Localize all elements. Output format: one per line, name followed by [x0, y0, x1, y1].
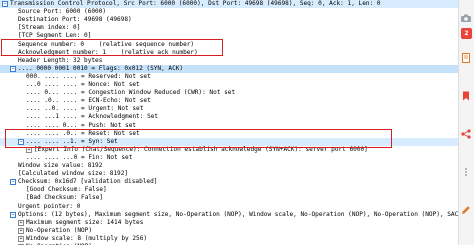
tree-row-label: No-Operation (NOP) [26, 226, 93, 234]
tree-row-label: 000. .... .... = Reserved: Not set [26, 72, 151, 80]
tree-row-label: Acknowledgment number: 1 (relative ack n… [18, 48, 198, 56]
tree-row[interactable]: Window size value: 8192 [0, 162, 458, 170]
tree-row-label: [Expert Info (Chat/Sequence): Connection… [34, 145, 368, 153]
tree-row[interactable]: Sequence number: 0 (relative sequence nu… [0, 41, 458, 49]
bookmark-icon[interactable] [460, 90, 472, 102]
tree-row-label: .... 0... .... = Congestion Window Reduc… [26, 89, 236, 97]
tree-row[interactable]: Header Length: 32 bytes [0, 57, 458, 65]
more-icon[interactable] [460, 166, 472, 178]
tree-row-label: ...0 .... .... = Nonce: Not set [26, 81, 140, 88]
tree-row-label: Sequence number: 0 (relative sequence nu… [18, 40, 195, 48]
tree-row-label: Urgent pointer: 0 [18, 202, 81, 210]
tree-row[interactable]: + [Expert Info (Chat/Sequence): Connectio… [0, 146, 458, 154]
tree-row-label: .... .... .0.. = Reset: Not set [26, 129, 140, 137]
tree-row[interactable]: .... .... .0.. = Reset: Not set [0, 130, 458, 138]
tree-row[interactable]: ...0 .... .... = Nonce: Not set [0, 81, 458, 89]
tree-row[interactable]: −.... .... ..1. = Syn: Set [0, 137, 458, 146]
tree-row[interactable]: .... .... 0... = Push: Not set [0, 122, 458, 130]
expand-toggle-icon[interactable]: + [18, 235, 24, 242]
tree-row[interactable]: −.... 0000 0001 0010 = Flags: 0x012 (SYN… [0, 64, 458, 73]
expand-toggle-icon[interactable]: + [26, 146, 32, 153]
tree-row[interactable]: .... 0... .... = Congestion Window Reduc… [0, 89, 458, 97]
tree-row-label: Destination Port: 49698 (49698) [18, 16, 132, 24]
tree-row-label: Checksum: 0x16d7 [validation disabled] [18, 178, 158, 186]
tree-row[interactable]: [Stream index: 0] [0, 24, 458, 32]
collapse-toggle-icon[interactable]: − [18, 138, 24, 145]
tree-row[interactable]: Destination Port: 49698 (49698) [0, 16, 458, 24]
tree-row-label: .... .0.. .... = ECN-Echo: Not set [26, 97, 151, 105]
camera-icon[interactable] [460, 12, 472, 24]
tree-row-label: [TCP Segment Len: 0] [18, 32, 92, 40]
tree-row-label: Window size value: 8192 [18, 162, 103, 169]
tree-row[interactable]: Source Port: 6000 (6000) [0, 8, 458, 16]
tree-row[interactable]: [Calculated window size: 8192] [0, 170, 458, 178]
tree-row[interactable]: Urgent pointer: 0 [0, 203, 458, 211]
tree-row[interactable]: .... ..0. .... = Urgent: Not set [0, 105, 458, 113]
edit-icon[interactable] [460, 204, 472, 216]
tree-row[interactable]: Acknowledgment number: 1 (relative ack n… [0, 49, 458, 57]
tree-row-label: Window scale: 8 (multiply by 256) [26, 234, 148, 242]
tree-row[interactable]: +No-Operation (NOP) [0, 227, 458, 235]
tree-row-label: .... .... ..1. = Syn: Set [26, 137, 118, 145]
tree-row[interactable]: [Bad Checksum: False] [0, 194, 458, 202]
tree-row[interactable]: + Maximum segment size: 1414 bytes [0, 219, 458, 227]
notification-badge[interactable]: 2 [461, 28, 472, 39]
tree-row[interactable]: 000. .... .... = Reserved: Not set [0, 73, 458, 81]
tree-row[interactable]: − Transmission Control Protocol, Src Port… [0, 0, 458, 9]
document-icon[interactable] [460, 52, 472, 64]
collapse-toggle-icon[interactable]: − [2, 1, 8, 7]
tree-row-label: .... .... 0... = Push: Not set [26, 121, 137, 129]
tree-row[interactable]: .... .0.. .... = ECN-Echo: Not set [0, 97, 458, 105]
tree-row[interactable]: + Window scale: 8 (multiply by 256) [0, 235, 458, 243]
expand-toggle-icon[interactable]: + [18, 219, 24, 226]
tree-row-label: .... 0000 0001 0010 = Flags: 0x012 (SYN,… [18, 64, 184, 72]
tree-row-label: [Calculated window size: 8192] [18, 170, 129, 178]
tree-row-label: Header Length: 32 bytes [18, 56, 103, 64]
tree-row[interactable]: [TCP Segment Len: 0] [0, 32, 458, 40]
tree-row-label: Transmission Control Protocol, Src Port:… [10, 0, 381, 7]
tree-row-label: Options: (12 bytes), Maximum segment siz… [18, 210, 458, 218]
tree-row-label: .... ..0. .... = Urgent: Not set [26, 105, 144, 113]
tree-row[interactable]: − Options: (12 bytes), Maximum segment si… [0, 211, 458, 219]
tree-row[interactable]: .... ...1 .... = Acknowledgment: Set [0, 113, 458, 121]
packet-details-tree: − Transmission Control Protocol, Src Port… [0, 0, 458, 245]
collapse-toggle-icon[interactable]: − [10, 179, 16, 186]
tree-row-label: Source Port: 6000 (6000) [18, 8, 107, 16]
tree-row-label: [Good Checksum: False] [26, 186, 107, 194]
expand-toggle-icon[interactable]: + [18, 227, 24, 234]
tree-row-label: Maximum segment size: 1414 bytes [26, 218, 144, 226]
tree-row-label: .... ...1 .... = Acknowledgment: Set [26, 113, 159, 121]
tree-row[interactable]: .... .... ...0 = Fin: Not set [0, 154, 458, 162]
collapse-toggle-icon[interactable]: − [10, 211, 16, 218]
tree-row-label: [Bad Checksum: False] [26, 194, 104, 202]
collapse-toggle-icon[interactable]: − [10, 65, 16, 72]
share-icon[interactable] [460, 128, 472, 140]
tree-row[interactable]: [Good Checksum: False] [0, 186, 458, 194]
tree-row-label: .... .... ...0 = Fin: Not set [26, 153, 133, 161]
tree-row-label: [Stream index: 0] [18, 24, 81, 32]
tree-row[interactable]: − Checksum: 0x16d7 [validation disabled] [0, 178, 458, 186]
